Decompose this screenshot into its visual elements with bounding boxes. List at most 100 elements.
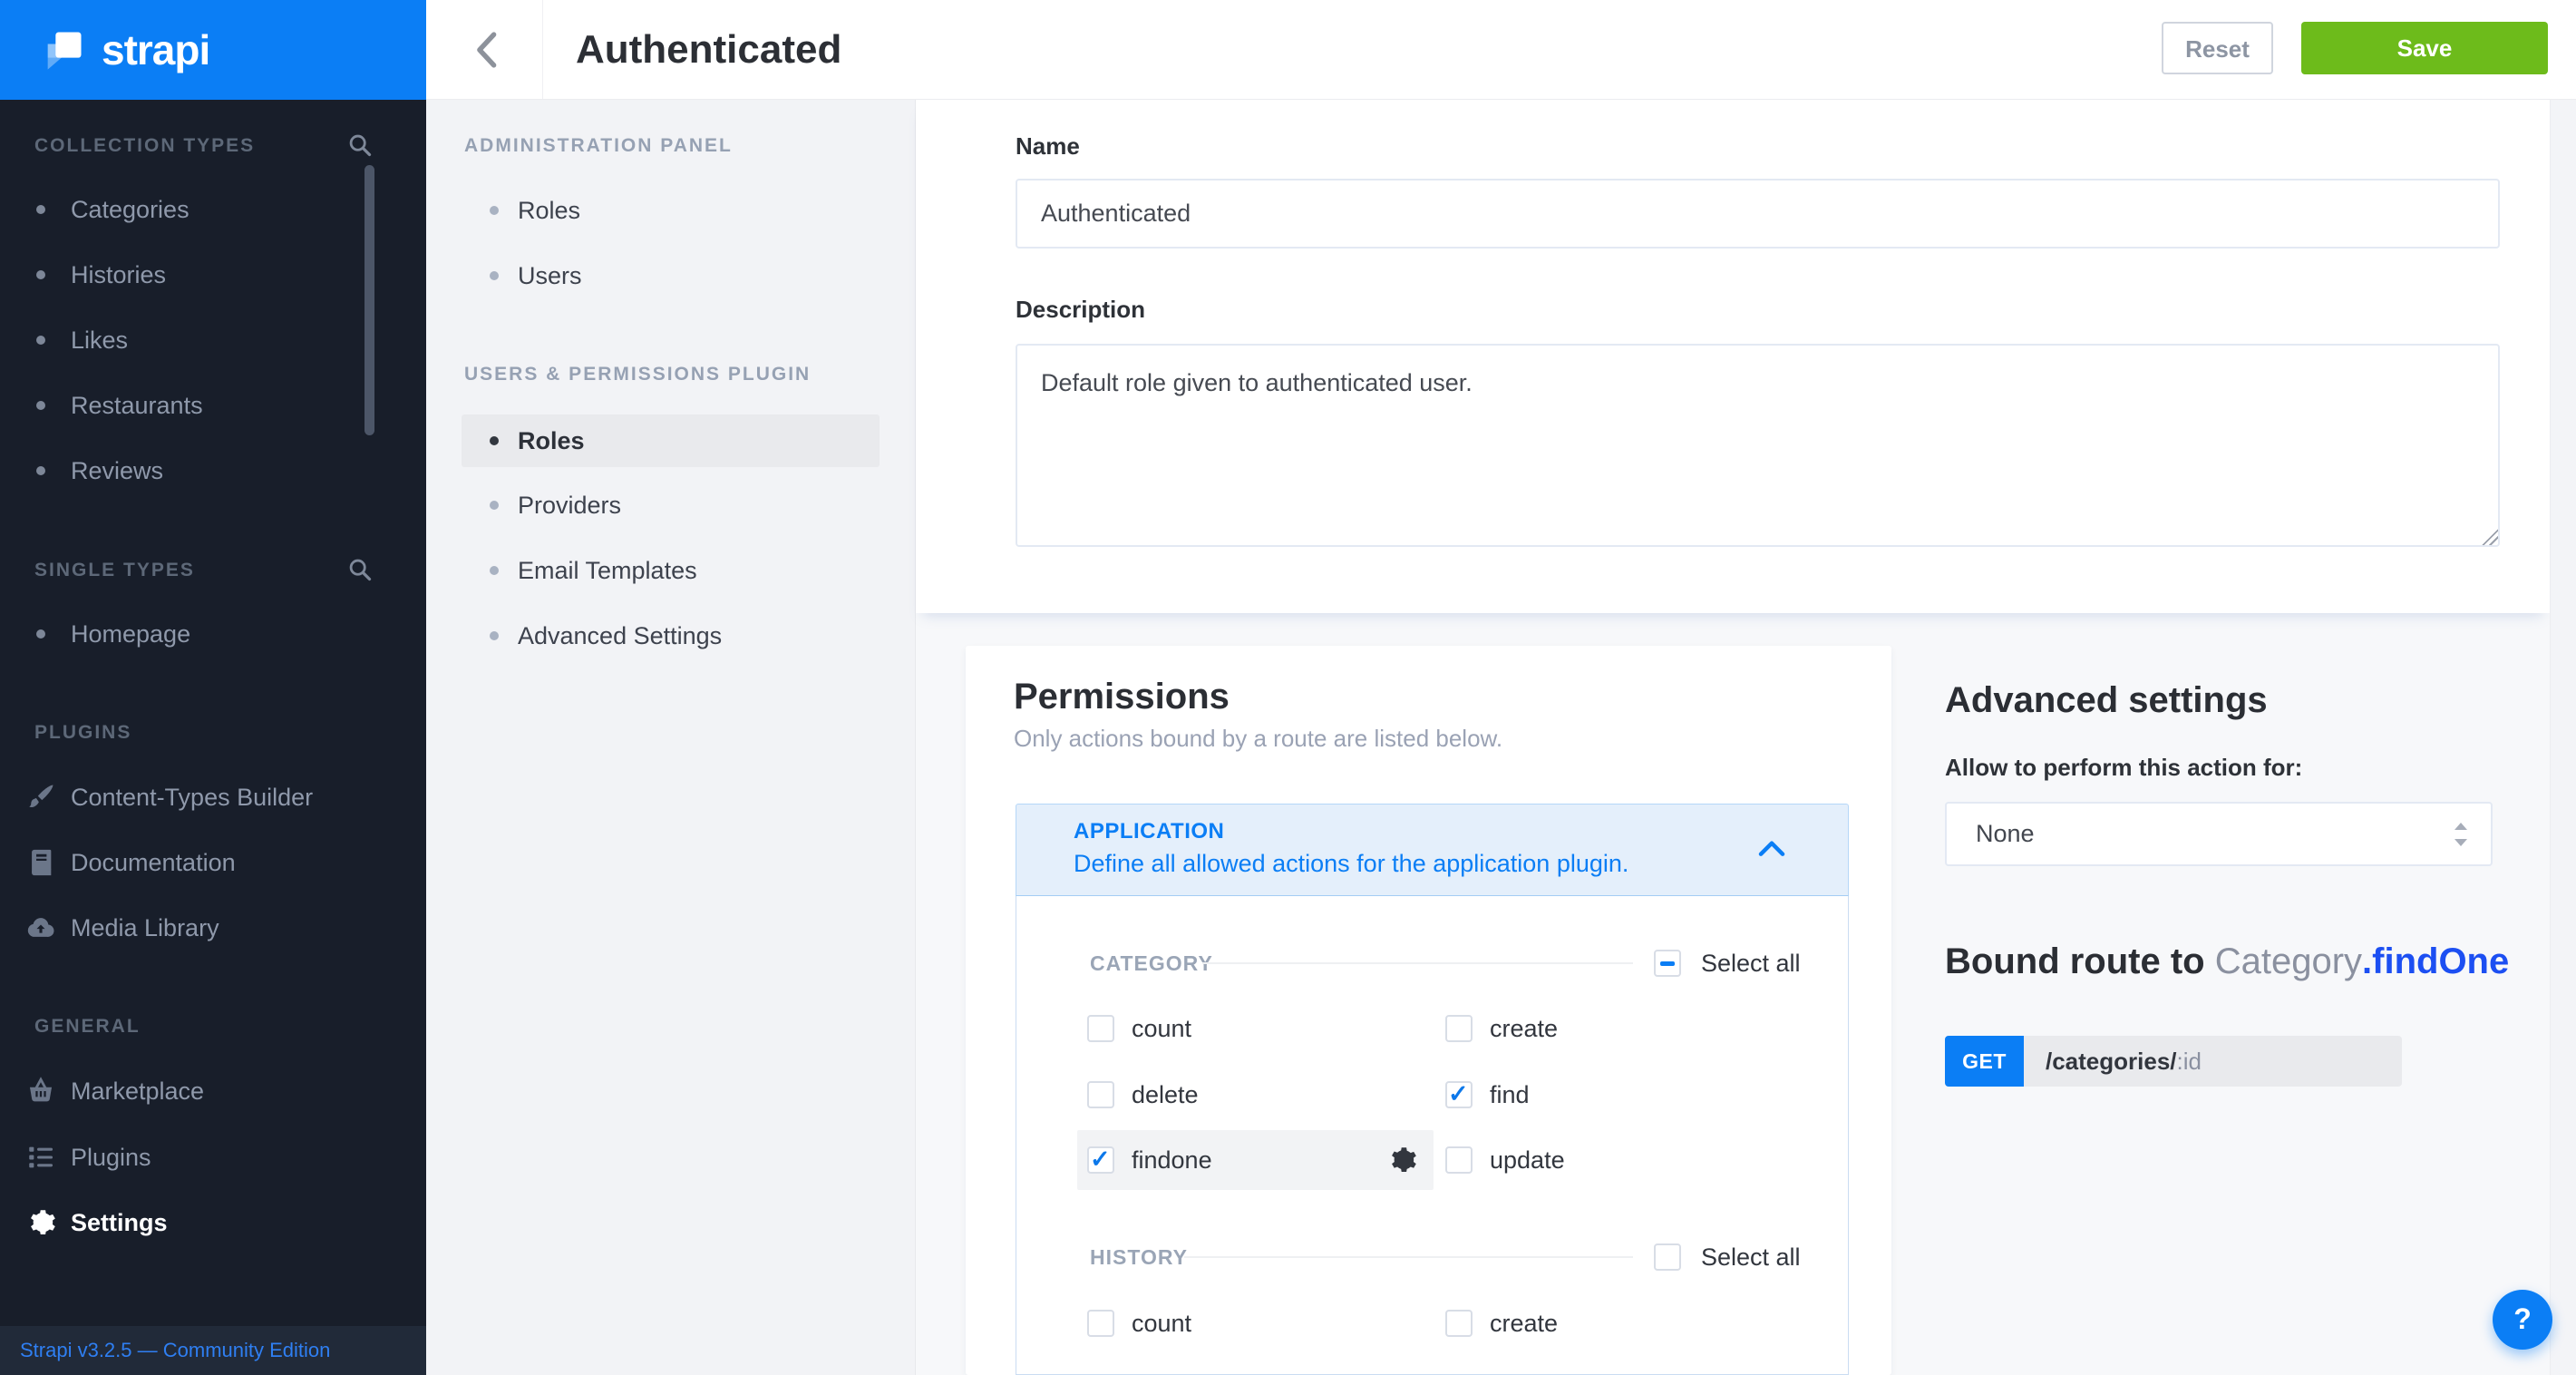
history-count-label[interactable]: count bbox=[1132, 1310, 1191, 1337]
allow-action-select[interactable]: None bbox=[1945, 802, 2493, 866]
bound-route-method: .findOne bbox=[2362, 941, 2509, 981]
bullet-icon bbox=[36, 205, 45, 214]
name-label: Name bbox=[1016, 134, 1080, 158]
allow-action-label: Allow to perform this action for: bbox=[1945, 756, 2302, 779]
sidebar-item-content-types-builder[interactable]: Content-Types Builder bbox=[0, 784, 426, 811]
route-path-strong: /categories/ bbox=[2046, 1048, 2177, 1075]
settings-item-providers[interactable]: Providers bbox=[426, 492, 916, 519]
name-input[interactable] bbox=[1016, 179, 2500, 249]
save-button[interactable]: Save bbox=[2301, 22, 2548, 74]
sidebar-item-plugins[interactable]: Plugins bbox=[0, 1144, 426, 1171]
category-delete-checkbox[interactable]: ✓ bbox=[1087, 1081, 1114, 1108]
section-administration-panel: ADMINISTRATION PANEL bbox=[464, 134, 733, 158]
sidebar-item-histories[interactable]: Histories bbox=[0, 261, 426, 288]
strapi-wordmark: strapi bbox=[102, 26, 209, 73]
category-count-label[interactable]: count bbox=[1132, 1015, 1191, 1042]
group-divider bbox=[1184, 1256, 1633, 1258]
bullet-icon bbox=[490, 501, 499, 510]
select-spinner-icon bbox=[2454, 823, 2467, 846]
route-path: /categories/:id bbox=[2024, 1036, 2402, 1087]
help-button[interactable]: ? bbox=[2493, 1290, 2552, 1350]
category-find-label[interactable]: find bbox=[1490, 1081, 1530, 1108]
category-select-all-checkbox[interactable]: ✓ bbox=[1654, 950, 1681, 977]
section-plugins: PLUGINS bbox=[34, 721, 131, 745]
settings-sidebar: ADMINISTRATION PANEL Roles Users USERS &… bbox=[426, 100, 916, 1375]
settings-item-admin-users[interactable]: Users bbox=[426, 262, 916, 289]
sidebar-item-media-library[interactable]: Media Library bbox=[0, 914, 426, 941]
section-general: GENERAL bbox=[34, 1015, 141, 1039]
sidebar-item-reviews[interactable]: Reviews bbox=[0, 457, 426, 484]
settings-item-email-templates[interactable]: Email Templates bbox=[426, 557, 916, 584]
permissions-title: Permissions bbox=[1014, 675, 1230, 718]
bullet-icon bbox=[490, 271, 499, 280]
select-value: None bbox=[1976, 804, 2035, 864]
sidebar-item-settings[interactable]: Settings bbox=[0, 1209, 426, 1236]
category-find-checkbox[interactable]: ✓ bbox=[1445, 1081, 1473, 1108]
category-update-checkbox[interactable]: ✓ bbox=[1445, 1146, 1473, 1174]
category-delete-label[interactable]: delete bbox=[1132, 1081, 1199, 1108]
sidebar-item-restaurants[interactable]: Restaurants bbox=[0, 392, 426, 419]
page-header: Authenticated Reset Save bbox=[426, 0, 2576, 100]
category-findone-checkbox[interactable]: ✓ bbox=[1087, 1146, 1114, 1174]
permissions-card: Permissions Only actions bound by a rout… bbox=[966, 646, 1891, 1375]
category-create-label[interactable]: create bbox=[1490, 1015, 1558, 1042]
bullet-icon bbox=[490, 631, 499, 640]
indeterminate-dash-icon bbox=[1660, 961, 1675, 966]
list-icon bbox=[25, 1142, 56, 1173]
sidebar-item-marketplace[interactable]: Marketplace bbox=[0, 1078, 426, 1105]
category-update-label[interactable]: update bbox=[1490, 1146, 1565, 1174]
group-history-label: HISTORY bbox=[1090, 1245, 1188, 1269]
category-create-checkbox[interactable]: ✓ bbox=[1445, 1015, 1473, 1042]
header-divider bbox=[542, 0, 543, 99]
history-select-all-label[interactable]: Select all bbox=[1701, 1243, 1801, 1271]
history-create-label[interactable]: create bbox=[1490, 1310, 1558, 1337]
strapi-logo[interactable]: strapi bbox=[0, 0, 426, 100]
settings-item-up-roles[interactable]: Roles bbox=[426, 427, 916, 454]
sidebar-item-likes[interactable]: Likes bbox=[0, 327, 426, 354]
category-select-all-label[interactable]: Select all bbox=[1701, 950, 1801, 977]
description-label: Description bbox=[1016, 297, 1145, 321]
category-count-checkbox[interactable]: ✓ bbox=[1087, 1015, 1114, 1042]
bullet-icon bbox=[490, 206, 499, 215]
strapi-logo-icon bbox=[40, 26, 87, 73]
category-findone-label[interactable]: findone bbox=[1132, 1146, 1212, 1174]
bullet-icon bbox=[490, 436, 499, 445]
bullet-icon bbox=[36, 336, 45, 345]
chevron-up-icon[interactable] bbox=[1757, 837, 1786, 859]
page-title: Authenticated bbox=[576, 28, 841, 72]
bound-route-heading: Bound route to Category.findOne bbox=[1945, 940, 2509, 983]
description-textarea[interactable]: Default role given to authenticated user… bbox=[1016, 344, 2500, 547]
bullet-icon bbox=[36, 466, 45, 475]
findone-settings-gear-icon[interactable] bbox=[1386, 1145, 1417, 1175]
bullet-icon bbox=[36, 270, 45, 279]
application-accordion-header[interactable]: APPLICATION Define all allowed actions f… bbox=[1016, 804, 1849, 896]
group-divider bbox=[1202, 962, 1633, 964]
strapi-admin-app: strapi COLLECTION TYPES Categories Histo… bbox=[0, 0, 2576, 1375]
sidebar-item-documentation[interactable]: Documentation bbox=[0, 849, 426, 876]
page-scrollbar-track[interactable] bbox=[2550, 100, 2576, 1375]
history-select-all-checkbox[interactable]: ✓ bbox=[1654, 1243, 1681, 1271]
settings-item-admin-roles[interactable]: Roles bbox=[426, 197, 916, 224]
bound-route-prefix: Bound route to bbox=[1945, 941, 2215, 981]
sidebar-item-homepage[interactable]: Homepage bbox=[0, 620, 426, 648]
basket-icon bbox=[25, 1076, 56, 1107]
search-icon[interactable] bbox=[347, 132, 373, 158]
search-icon[interactable] bbox=[347, 557, 373, 582]
bound-route-model: Category bbox=[2215, 941, 2362, 981]
back-chevron-icon[interactable] bbox=[464, 25, 513, 74]
http-verb-badge: GET bbox=[1945, 1036, 2024, 1087]
history-count-checkbox[interactable]: ✓ bbox=[1087, 1310, 1114, 1337]
settings-item-advanced-settings[interactable]: Advanced Settings bbox=[426, 622, 916, 649]
history-create-checkbox[interactable]: ✓ bbox=[1445, 1310, 1473, 1337]
strapi-version-link[interactable]: Strapi v3.2.5 — Community Edition bbox=[20, 1339, 330, 1362]
section-collection-types: COLLECTION TYPES bbox=[34, 134, 255, 158]
bullet-icon bbox=[36, 629, 45, 639]
sidebar-item-categories[interactable]: Categories bbox=[0, 196, 426, 223]
bullet-icon bbox=[490, 566, 499, 575]
route-path-param: :id bbox=[2177, 1048, 2202, 1075]
reset-button[interactable]: Reset bbox=[2162, 22, 2273, 74]
accordion-title: APPLICATION bbox=[1074, 818, 1224, 845]
textarea-resize-grip[interactable] bbox=[2482, 529, 2498, 545]
bullet-icon bbox=[36, 401, 45, 410]
application-accordion-body: CATEGORY ✓ Select all ✓ count ✓ create ✓… bbox=[1016, 896, 1849, 1375]
